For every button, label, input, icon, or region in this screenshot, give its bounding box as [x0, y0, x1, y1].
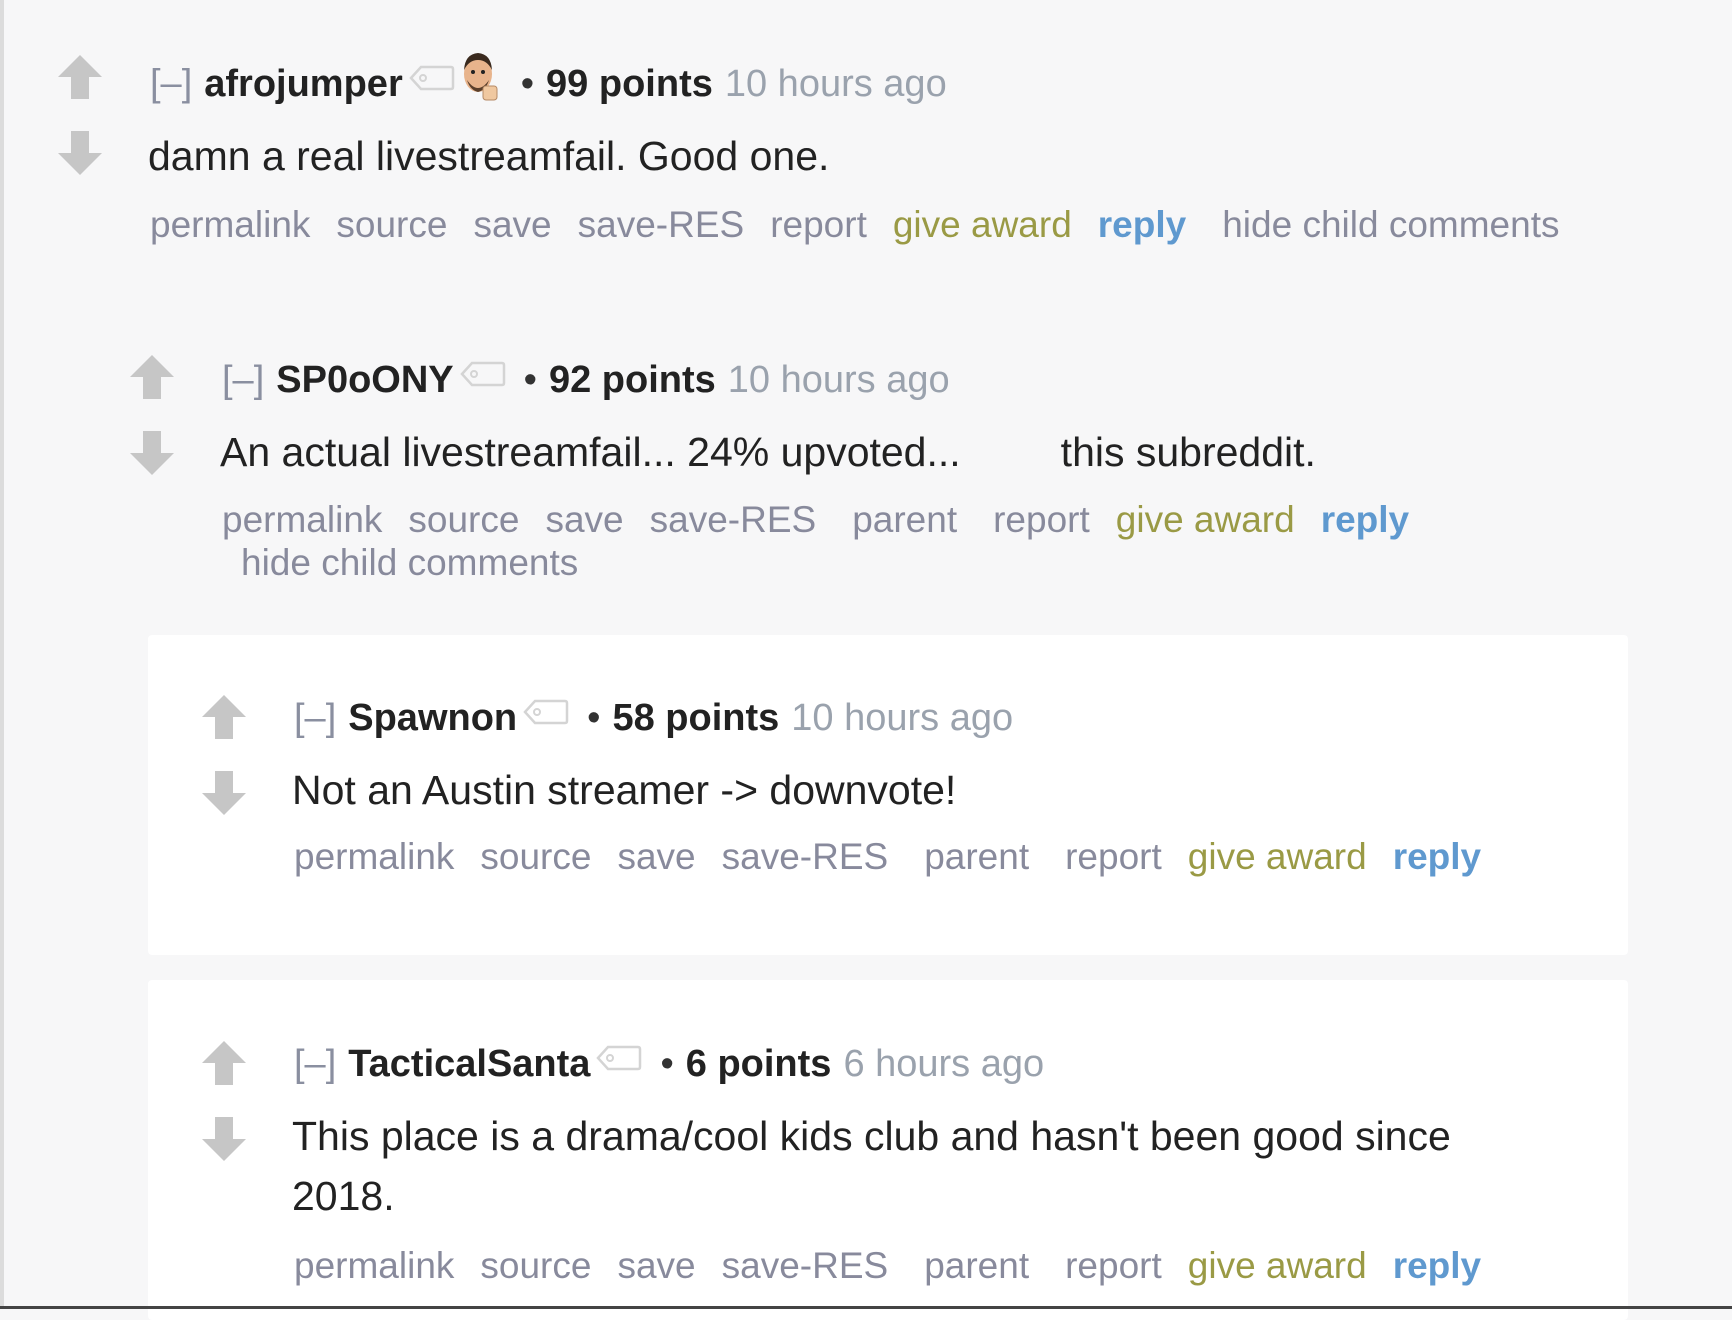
- comment-tagline: [–] Spawnon • 58 points 10 hours ago: [294, 695, 1013, 741]
- separator-bullet: •: [523, 359, 537, 401]
- downvote-arrow-icon[interactable]: [127, 428, 177, 478]
- comment-tagline: [–] SP0oONY • 92 points 10 hours ago: [222, 357, 950, 403]
- save-res-link[interactable]: save-RES: [722, 836, 889, 877]
- reply-link[interactable]: reply: [1393, 1245, 1481, 1286]
- parent-link[interactable]: parent: [924, 836, 1029, 877]
- give-award-link[interactable]: give award: [1188, 1245, 1367, 1286]
- collapse-toggle[interactable]: [–]: [294, 1043, 336, 1085]
- comment-body: damn a real livestreamfail. Good one.: [148, 133, 830, 179]
- give-award-link[interactable]: give award: [1188, 836, 1367, 877]
- reply-link[interactable]: reply: [1393, 836, 1481, 877]
- save-link[interactable]: save: [617, 836, 695, 877]
- comment-tacticalsanta: [–] TacticalSanta • 6 points 6 hours ago Thi…: [0, 980, 1732, 1309]
- user-tag-icon[interactable]: [409, 56, 455, 102]
- source-link[interactable]: source: [336, 204, 447, 245]
- report-link[interactable]: report: [993, 499, 1090, 540]
- save-link[interactable]: save: [473, 204, 551, 245]
- report-link[interactable]: report: [770, 204, 867, 245]
- timestamp[interactable]: 6 hours ago: [843, 1043, 1044, 1085]
- separator-bullet: •: [520, 62, 535, 105]
- downvote-arrow-icon[interactable]: [199, 768, 249, 818]
- save-res-link[interactable]: save-RES: [722, 1245, 889, 1286]
- score: 58 points: [612, 697, 780, 739]
- user-tag-icon[interactable]: [596, 1036, 642, 1082]
- comment-body-line: 2018.: [292, 1173, 395, 1219]
- collapse-toggle[interactable]: [–]: [222, 359, 264, 401]
- permalink-link[interactable]: permalink: [150, 204, 310, 245]
- permalink-link[interactable]: permalink: [222, 499, 382, 540]
- report-link[interactable]: report: [1065, 836, 1162, 877]
- timestamp[interactable]: 10 hours ago: [791, 697, 1013, 739]
- parent-link[interactable]: parent: [852, 499, 957, 540]
- score: 92 points: [548, 359, 716, 401]
- upvote-arrow-icon[interactable]: [199, 692, 249, 742]
- save-link[interactable]: save: [617, 1245, 695, 1286]
- save-res-link[interactable]: save-RES: [650, 499, 817, 540]
- author-link[interactable]: Spawnon: [348, 697, 517, 739]
- reply-link[interactable]: reply: [1098, 204, 1186, 245]
- comment-actions-wrap: hide child comments: [241, 541, 604, 585]
- comment-body: An actual livestreamfail... 24% upvoted.…: [220, 422, 1316, 482]
- user-tag-icon[interactable]: [459, 352, 506, 398]
- permalink-link[interactable]: permalink: [294, 836, 454, 877]
- collapse-toggle[interactable]: [–]: [294, 697, 336, 739]
- downvote-arrow-icon[interactable]: [55, 128, 105, 178]
- give-award-link[interactable]: give award: [893, 204, 1072, 245]
- timestamp[interactable]: 10 hours ago: [728, 359, 950, 401]
- comment-body: This place is a drama/cool kids club and…: [292, 1106, 1451, 1226]
- comment-tagline: [–] TacticalSanta • 6 points 6 hours ago: [294, 1041, 1044, 1087]
- comment-actions: permalink source save save-RES report give aw…: [150, 203, 1585, 247]
- parent-link[interactable]: parent: [924, 1245, 1029, 1286]
- comment-body-line: This place is a drama/cool kids club and…: [292, 1113, 1451, 1159]
- upvote-arrow-icon[interactable]: [55, 52, 105, 102]
- comment-actions: permalink source save save-RES parent report g…: [222, 498, 1435, 542]
- save-link[interactable]: save: [545, 499, 623, 540]
- author-link[interactable]: SP0oONY: [276, 359, 453, 401]
- avatar-flair-icon: [453, 48, 503, 113]
- hide-child-comments-link[interactable]: hide child comments: [1222, 204, 1559, 245]
- report-link[interactable]: report: [1065, 1245, 1162, 1286]
- upvote-arrow-icon[interactable]: [127, 352, 177, 402]
- upvote-arrow-icon[interactable]: [199, 1038, 249, 1088]
- comment-actions: permalink source save save-RES parent report g…: [294, 1244, 1507, 1288]
- comment-body: Not an Austin streamer -> downvote!: [292, 767, 957, 813]
- save-res-link[interactable]: save-RES: [578, 204, 745, 245]
- separator-bullet: •: [587, 697, 601, 739]
- source-link[interactable]: source: [480, 1245, 591, 1286]
- downvote-arrow-icon[interactable]: [199, 1114, 249, 1164]
- hide-child-comments-link[interactable]: hide child comments: [241, 542, 578, 583]
- give-award-link[interactable]: give award: [1116, 499, 1295, 540]
- source-link[interactable]: source: [480, 836, 591, 877]
- collapse-toggle[interactable]: [–]: [150, 63, 192, 105]
- author-link[interactable]: TacticalSanta: [348, 1043, 590, 1085]
- timestamp[interactable]: 10 hours ago: [725, 63, 947, 105]
- score: 99 points: [546, 62, 713, 105]
- author-link[interactable]: afrojumper: [204, 63, 402, 105]
- comment-sp0oony: [–] SP0oONY • 92 points 10 hours ago An actu…: [0, 300, 1732, 620]
- user-tag-icon[interactable]: [523, 690, 569, 736]
- comment-afrojumper: [–] afrojumper • 99 points 10 hours ago damn…: [0, 0, 1732, 280]
- score: 6 points: [685, 1043, 832, 1085]
- reply-link[interactable]: reply: [1321, 499, 1409, 540]
- comment-tagline: [–] afrojumper • 99 points 10 hours ago: [150, 53, 947, 113]
- comment-body-text: An actual livestreamfail... 24% upvoted.…: [220, 429, 961, 475]
- separator-bullet: •: [660, 1043, 674, 1085]
- comment-body-text-end: this subreddit.: [1060, 429, 1316, 475]
- permalink-link[interactable]: permalink: [294, 1245, 454, 1286]
- comment-spawnon: [–] Spawnon • 58 points 10 hours ago Not an …: [0, 635, 1732, 955]
- source-link[interactable]: source: [408, 499, 519, 540]
- comment-actions: permalink source save save-RES parent report g…: [294, 835, 1507, 879]
